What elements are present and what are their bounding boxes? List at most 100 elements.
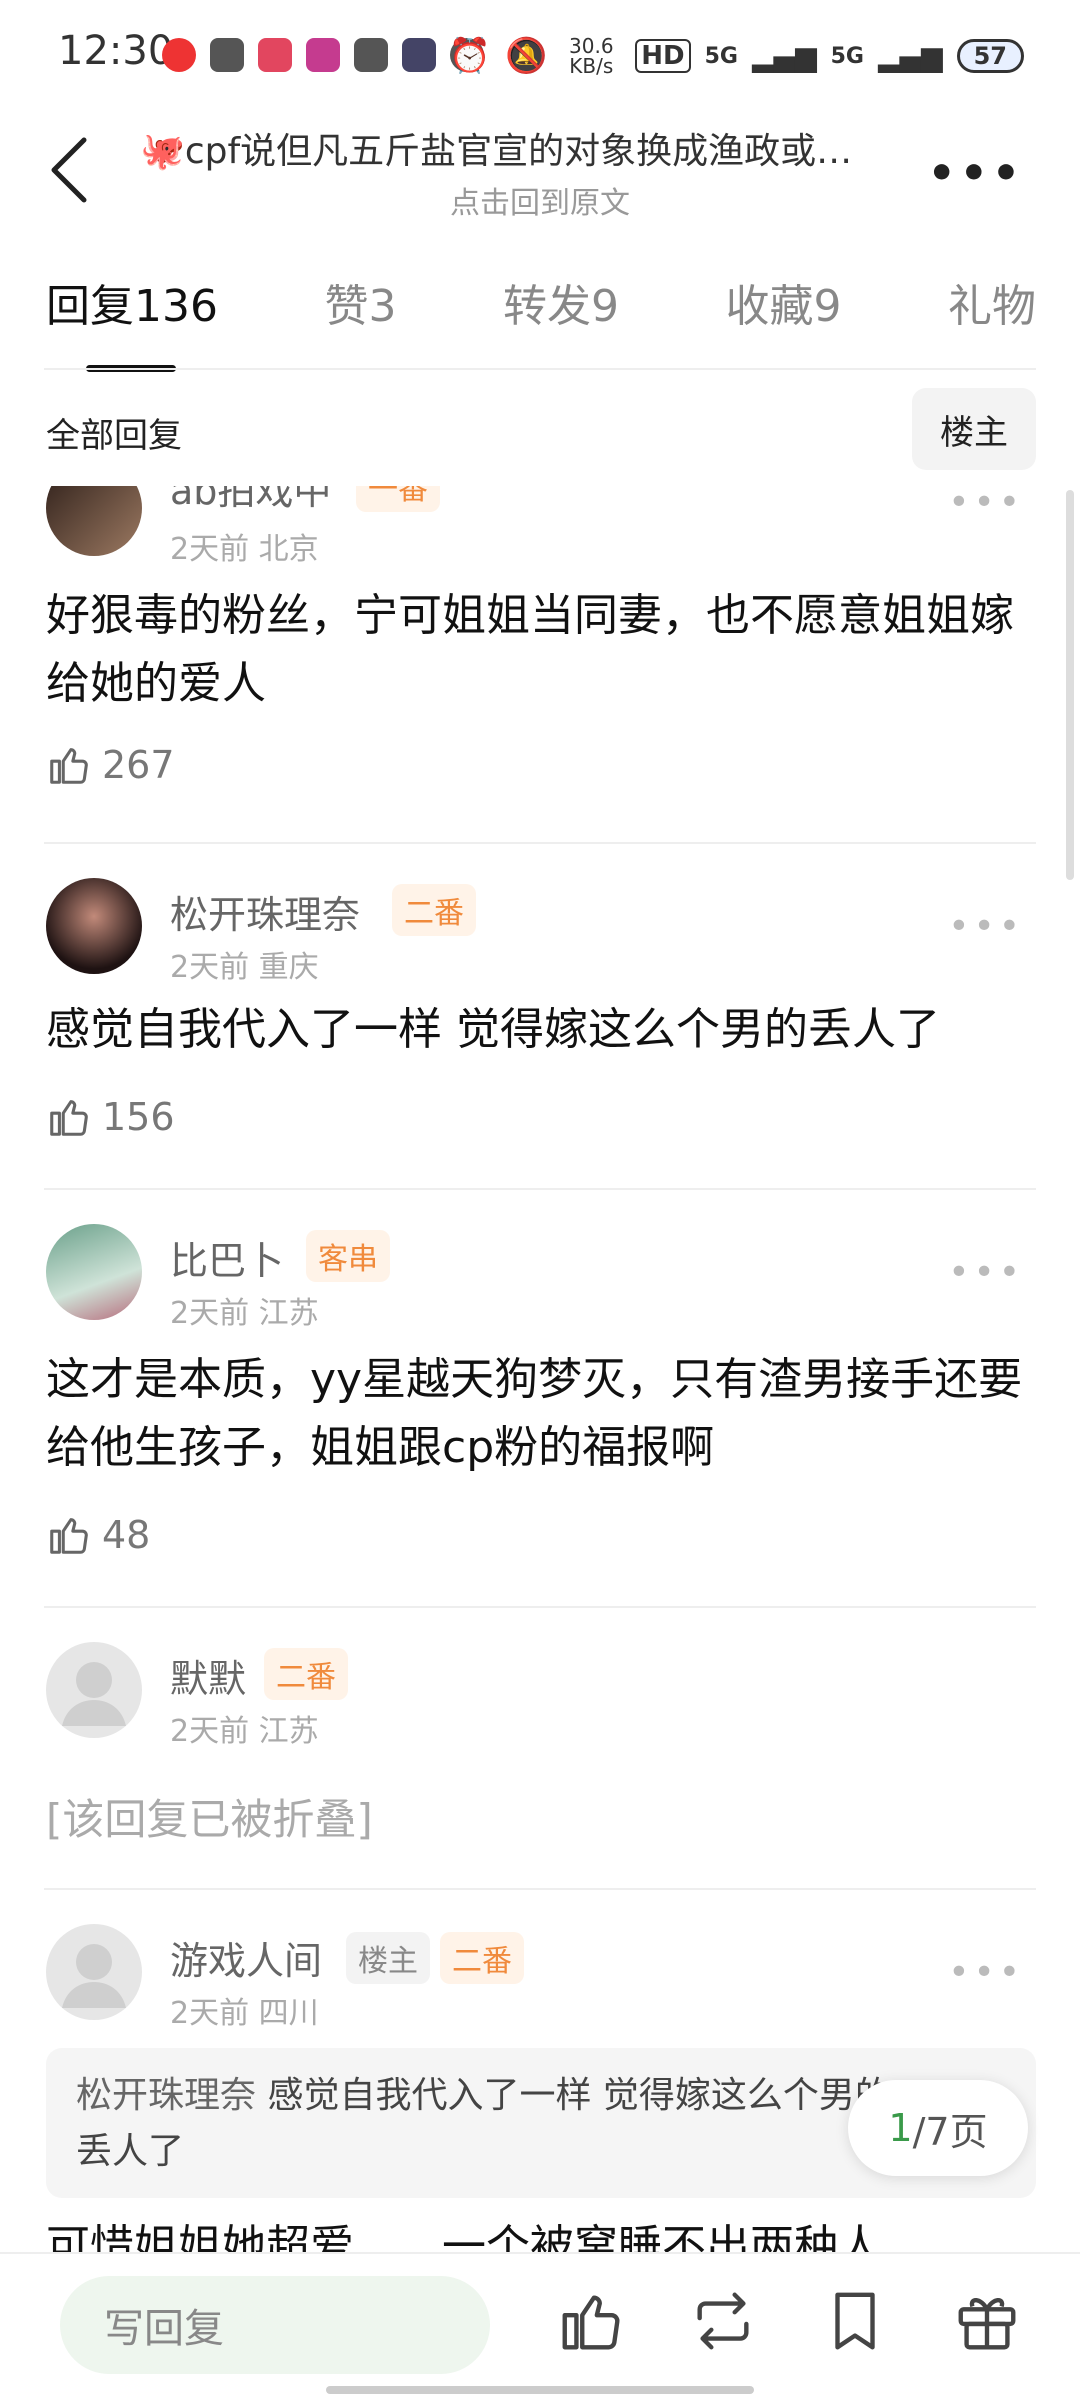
- tab-reposts[interactable]: 转发9: [503, 270, 619, 364]
- thumbs-up-icon: [50, 748, 88, 784]
- tab-replies[interactable]: 回复136: [46, 270, 218, 372]
- username[interactable]: ab拍戏中: [170, 486, 331, 515]
- default-avatar-icon: [62, 1662, 126, 1726]
- divider: [44, 1888, 1036, 1890]
- comment-more-button[interactable]: •••: [948, 1252, 1024, 1293]
- rank-badge: 客串: [306, 1230, 390, 1282]
- signal-label-1: 5G: [704, 43, 738, 69]
- like-button[interactable]: 48: [46, 1512, 150, 1558]
- gift-icon: [958, 2298, 1016, 2350]
- tab-label: 收藏: [725, 281, 814, 332]
- username[interactable]: 游戏人间: [170, 1930, 322, 1985]
- like-post-button[interactable]: [556, 2286, 626, 2356]
- thumbs-up-icon: [50, 1100, 88, 1136]
- comment-text: 感觉自我代入了一样 觉得嫁这么个男的丢人了: [46, 1004, 940, 1055]
- like-count: 48: [102, 1513, 151, 1557]
- notification-icons: [162, 38, 484, 72]
- like-button[interactable]: 156: [46, 1094, 175, 1140]
- comment-text: 可惜姐姐她超爱……一个被窝睡不出两种人: [46, 2221, 882, 2252]
- home-indicator[interactable]: [326, 2386, 754, 2394]
- status-bar: 12:30 ⏰ 🔕 30.6 KB/s HD 5G ▂▄▆ 5G ▂▄▆ 57: [0, 0, 1080, 110]
- comment-text: 这才是本质，yy星越天狗梦灭，只有渣男接手还要给他生孩子，姐姐跟cp粉的福报啊: [46, 1354, 1023, 1473]
- like-count: 267: [102, 743, 175, 787]
- username[interactable]: 松开珠理奈: [170, 884, 360, 939]
- tab-label: 礼物: [947, 281, 1036, 332]
- repost-icon: [697, 2292, 749, 2350]
- rank-badge: 二番: [264, 1648, 348, 1700]
- rank-badge: 二番: [440, 1932, 524, 1984]
- bookmark-button[interactable]: [820, 2286, 890, 2356]
- repost-button[interactable]: [688, 2286, 758, 2356]
- rank-badge: 二番: [392, 884, 476, 936]
- comment-more-button[interactable]: •••: [948, 486, 1024, 523]
- username[interactable]: 比巴卜: [170, 1230, 284, 1285]
- default-avatar-icon: [62, 1944, 126, 2008]
- avatar[interactable]: [46, 1924, 142, 2020]
- tab-bar: 回复136 赞3 转发9 收藏9 礼物: [46, 270, 1036, 372]
- mute-icon: 🔕: [504, 36, 548, 76]
- tab-gifts[interactable]: 礼物: [948, 270, 1036, 364]
- reply-input[interactable]: 写回复: [60, 2276, 490, 2374]
- tab-likes[interactable]: 赞3: [324, 270, 396, 364]
- page-indicator[interactable]: 1/7页: [848, 2080, 1028, 2176]
- signal-icon: ▂▄▆: [877, 39, 943, 73]
- comment-more-button[interactable]: •••: [948, 906, 1024, 947]
- app-icon: [210, 38, 244, 72]
- post-title-text: cpf说但凡五斤盐官宣的对象换成渔政或…: [184, 131, 853, 172]
- tab-favorites[interactable]: 收藏9: [725, 270, 841, 364]
- system-icons: ⏰ 🔕 30.6 KB/s HD 5G ▂▄▆ 5G ▂▄▆ 57: [449, 36, 1024, 76]
- app-icon: [402, 38, 436, 72]
- weibo-icon: [162, 38, 196, 72]
- tab-label: 转发: [502, 281, 591, 332]
- thumbs-up-icon: [50, 1518, 88, 1554]
- back-to-original-link[interactable]: 点击回到原文: [0, 178, 1080, 222]
- tab-count: 136: [134, 281, 218, 332]
- comment-meta: 2天前 江苏: [170, 1296, 319, 1331]
- net-speed: 30.6 KB/s: [569, 34, 614, 78]
- telegram-icon: [354, 38, 388, 72]
- tab-count: 9: [590, 281, 619, 332]
- post-title[interactable]: 🐙cpf说但凡五斤盐官宣的对象换成渔政或…: [140, 122, 920, 174]
- signal-icon: ▂▄▆: [752, 39, 817, 73]
- avatar[interactable]: [46, 1642, 142, 1738]
- comment-meta: 2天前 重庆: [170, 950, 319, 985]
- total-pages: /7页: [912, 2109, 988, 2154]
- like-count: 156: [102, 1095, 175, 1139]
- app-icon: [306, 38, 340, 72]
- gift-button[interactable]: [952, 2286, 1022, 2356]
- avatar[interactable]: [46, 878, 142, 974]
- comment-meta: 2天前 江苏: [170, 1714, 319, 1749]
- avatar[interactable]: [46, 1224, 142, 1320]
- op-badge: 楼主: [346, 1932, 430, 1984]
- op-only-button[interactable]: 楼主: [912, 388, 1036, 470]
- folded-reply-text[interactable]: [该回复已被折叠]: [46, 1786, 373, 1847]
- more-options-button[interactable]: •••: [928, 148, 1024, 199]
- comment-meta: 2天前 北京: [170, 532, 319, 567]
- all-replies-label: 全部回复: [46, 416, 182, 456]
- comment-meta: 2天前 四川: [170, 1996, 319, 2031]
- like-button[interactable]: 267: [46, 742, 175, 788]
- comment-item: ab拍戏中 一番 2天前 北京 ••• 好狠毒的粉丝，宁可姐姐当同妻，也不愿意姐…: [0, 486, 1080, 846]
- app-icon: [258, 38, 292, 72]
- tab-label: 赞: [324, 281, 369, 332]
- quoted-username: 松开珠理奈: [76, 2075, 257, 2116]
- octopus-icon: 🐙: [140, 131, 185, 172]
- hd-icon: HD: [635, 39, 691, 73]
- comment-more-button[interactable]: •••: [948, 1952, 1024, 1993]
- status-time: 12:30: [58, 28, 174, 74]
- username[interactable]: 默默: [170, 1648, 246, 1703]
- divider: [44, 368, 1036, 370]
- tab-label: 回复: [46, 281, 134, 332]
- battery-level: 57: [956, 39, 1024, 73]
- divider: [44, 1606, 1036, 1608]
- quoted-reply-content: 松开珠理奈 感觉自我代入了一样 觉得嫁这么个男的丢人了: [76, 2068, 896, 2180]
- comment-text: 好狠毒的粉丝，宁可姐姐当同妻，也不愿意姐姐嫁给她的爱人: [46, 590, 1014, 709]
- signal-label-2: 5G: [830, 43, 864, 69]
- scrollbar[interactable]: [1066, 490, 1074, 880]
- alarm-icon: ⏰: [448, 36, 491, 76]
- divider: [44, 1188, 1036, 1190]
- divider: [44, 842, 1036, 844]
- bookmark-icon: [835, 2292, 875, 2350]
- like-icon: [562, 2295, 620, 2350]
- avatar[interactable]: [46, 486, 142, 556]
